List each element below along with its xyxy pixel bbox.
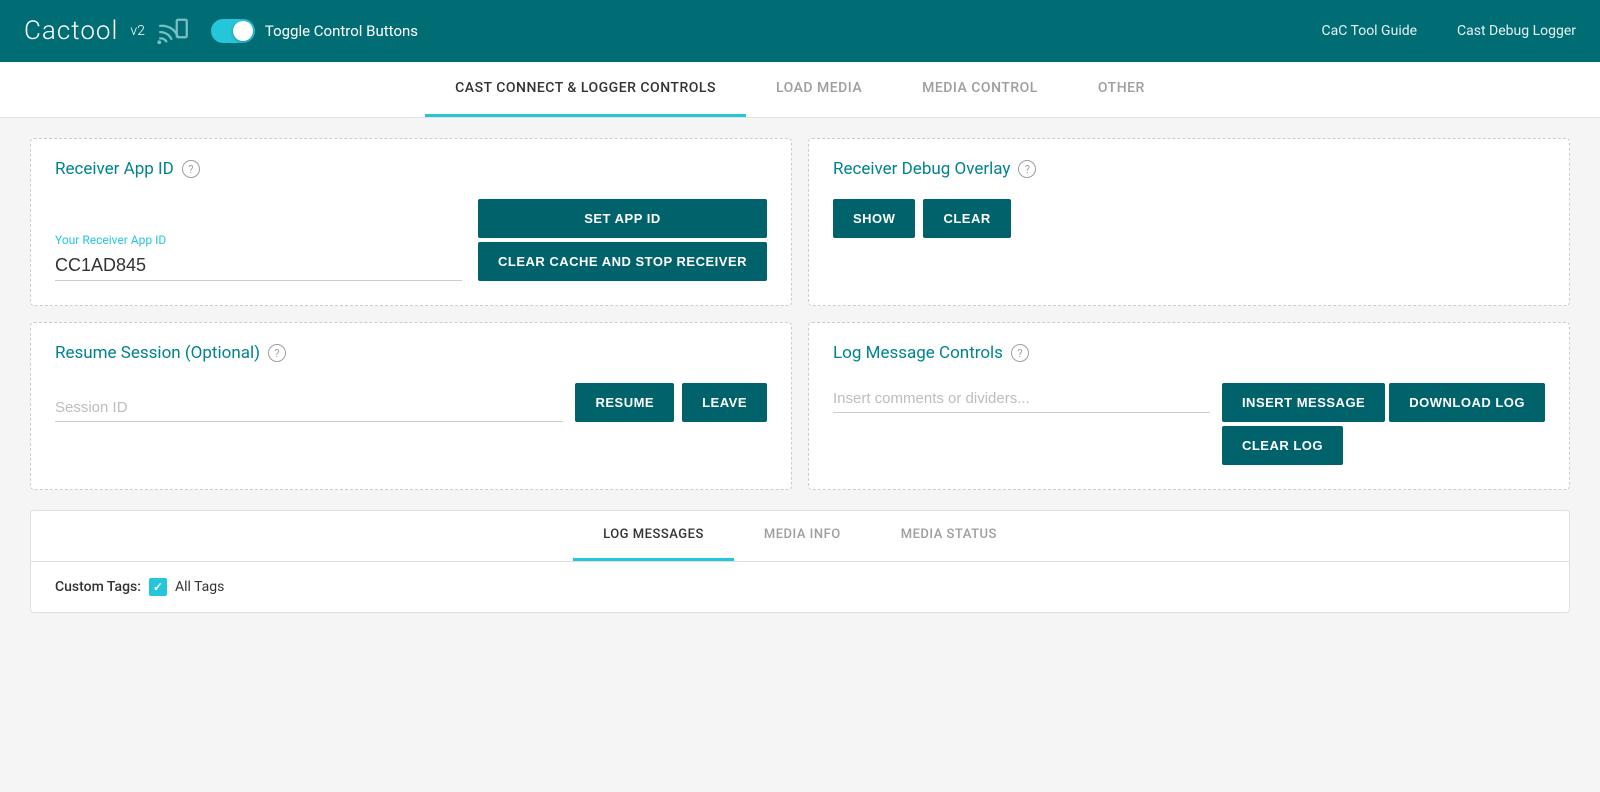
cast-icon [155,16,191,46]
log-message-controls-title: Log Message Controls ? [833,343,1545,363]
log-message-input[interactable] [833,383,1210,413]
resume-session-input-section [55,392,563,422]
log-message-controls-label: Log Message Controls [833,343,1003,363]
receiver-app-id-input-section: Your Receiver App ID [55,233,462,281]
receiver-app-id-input[interactable] [55,251,462,281]
resume-session-card: Resume Session (Optional) ? RESUME LEAVE [30,322,792,490]
bottom-content: Custom Tags: All Tags [31,562,1569,612]
log-message-controls-card: Log Message Controls ? INSERT MESSAGE DO… [808,322,1570,490]
log-message-buttons: INSERT MESSAGE DOWNLOAD LOG CLEAR LOG [1222,383,1545,465]
receiver-debug-overlay-label: Receiver Debug Overlay [833,159,1010,179]
receiver-app-id-help-icon[interactable]: ? [182,160,200,178]
main-content: Receiver App ID ? Your Receiver App ID S… [0,118,1600,633]
logo-version: v2 [130,23,145,39]
tab-other[interactable]: OTHER [1068,62,1175,117]
all-tags-checkbox[interactable] [149,578,167,596]
resume-button[interactable]: RESUME [575,383,674,422]
receiver-app-id-body: Your Receiver App ID SET APP ID CLEAR CA… [55,199,767,281]
tab-log-messages[interactable]: LOG MESSAGES [573,511,734,561]
cards-grid: Receiver App ID ? Your Receiver App ID S… [30,138,1570,490]
custom-tags-row: Custom Tags: All Tags [55,578,1545,596]
tab-cast-connect[interactable]: CAST CONNECT & LOGGER CONTROLS [425,62,746,117]
receiver-app-id-input-label: Your Receiver App ID [55,233,462,247]
insert-message-button[interactable]: INSERT MESSAGE [1222,383,1385,422]
cast-debug-logger-link[interactable]: Cast Debug Logger [1457,23,1576,39]
toggle-label: Toggle Control Buttons [265,22,418,40]
resume-session-buttons: RESUME LEAVE [575,383,767,422]
leave-button[interactable]: LEAVE [682,383,767,422]
receiver-app-id-card: Receiver App ID ? Your Receiver App ID S… [30,138,792,306]
toggle-section: Toggle Control Buttons [211,19,418,43]
download-log-button[interactable]: DOWNLOAD LOG [1389,383,1545,422]
resume-session-help-icon[interactable]: ? [268,344,286,362]
receiver-debug-overlay-title: Receiver Debug Overlay ? [833,159,1545,179]
toggle-control-buttons-switch[interactable] [211,19,255,43]
receiver-debug-overlay-buttons: SHOW CLEAR [833,199,1545,238]
clear-log-button[interactable]: CLEAR LOG [1222,426,1343,465]
receiver-app-id-label: Receiver App ID [55,159,174,179]
clear-cache-stop-receiver-button[interactable]: CLEAR CACHE AND STOP RECEIVER [478,242,767,281]
header-nav: CaC Tool Guide Cast Debug Logger [1322,23,1577,39]
main-tabs: CAST CONNECT & LOGGER CONTROLS LOAD MEDI… [0,62,1600,118]
set-app-id-button[interactable]: SET APP ID [478,199,767,238]
cac-tool-guide-link[interactable]: CaC Tool Guide [1322,23,1418,39]
tab-media-info[interactable]: MEDIA INFO [734,511,871,561]
receiver-debug-overlay-card: Receiver Debug Overlay ? SHOW CLEAR [808,138,1570,306]
resume-session-body: RESUME LEAVE [55,383,767,422]
receiver-app-id-title: Receiver App ID ? [55,159,767,179]
log-buttons-bottom-row: CLEAR LOG [1222,426,1545,465]
bottom-tabs: LOG MESSAGES MEDIA INFO MEDIA STATUS [31,511,1569,562]
clear-debug-overlay-button[interactable]: CLEAR [923,199,1010,238]
custom-tags-label: Custom Tags: [55,579,141,595]
tab-media-control[interactable]: MEDIA CONTROL [892,62,1068,117]
resume-session-title: Resume Session (Optional) ? [55,343,767,363]
log-buttons-top-row: INSERT MESSAGE DOWNLOAD LOG [1222,383,1545,422]
session-id-input[interactable] [55,392,563,422]
app-header: Cactool v2 Toggle Control Buttons CaC To… [0,0,1600,62]
bottom-section: LOG MESSAGES MEDIA INFO MEDIA STATUS Cus… [30,510,1570,613]
tab-media-status[interactable]: MEDIA STATUS [871,511,1027,561]
resume-session-label: Resume Session (Optional) [55,343,260,363]
tab-load-media[interactable]: LOAD MEDIA [746,62,892,117]
log-message-controls-body: INSERT MESSAGE DOWNLOAD LOG CLEAR LOG [833,383,1545,465]
show-debug-overlay-button[interactable]: SHOW [833,199,915,238]
receiver-debug-overlay-help-icon[interactable]: ? [1018,160,1036,178]
logo-section: Cactool v2 [24,16,191,46]
log-message-input-section [833,383,1210,413]
logo-text: Cactool [24,16,118,46]
all-tags-label: All Tags [175,579,224,595]
receiver-app-id-buttons: SET APP ID CLEAR CACHE AND STOP RECEIVER [478,199,767,281]
log-message-controls-help-icon[interactable]: ? [1011,344,1029,362]
